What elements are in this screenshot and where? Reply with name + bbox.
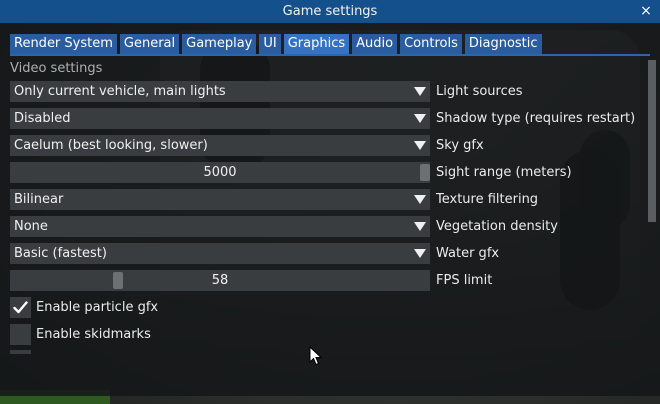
checkbox-label: Enable particle gfx bbox=[36, 300, 159, 315]
mouse-pointer-icon bbox=[309, 345, 323, 370]
setting-row-shadow-type: Disabled Shadow type (requires restart) bbox=[10, 108, 635, 129]
particle-gfx-checkbox[interactable] bbox=[10, 297, 31, 318]
graphics-settings-panel: Video settings Only current vehicle, mai… bbox=[0, 56, 648, 354]
tab-audio[interactable]: Audio bbox=[352, 34, 398, 54]
tab-controls[interactable]: Controls bbox=[400, 34, 462, 54]
setting-label: Shadow type (requires restart) bbox=[436, 111, 636, 126]
game-settings-window: Game settings × Render System General Ga… bbox=[0, 0, 660, 396]
dropdown-arrow-icon bbox=[414, 249, 426, 258]
vertical-scrollbar[interactable] bbox=[648, 60, 656, 222]
dropdown-value: Bilinear bbox=[14, 192, 64, 207]
slider-handle[interactable] bbox=[420, 164, 430, 181]
sight-range-slider[interactable]: 5000 bbox=[10, 162, 430, 183]
shadow-type-dropdown[interactable]: Disabled bbox=[10, 108, 430, 129]
dropdown-value: Caelum (best looking, slower) bbox=[14, 138, 208, 153]
setting-row-water-gfx: Basic (fastest) Water gfx bbox=[10, 243, 630, 264]
setting-label: Texture filtering bbox=[436, 192, 539, 207]
setting-row-texture-filtering: Bilinear Texture filtering bbox=[10, 189, 630, 210]
close-icon[interactable]: × bbox=[638, 0, 654, 23]
dropdown-value: Only current vehicle, main lights bbox=[14, 84, 226, 99]
skidmarks-checkbox[interactable] bbox=[10, 324, 31, 345]
tab-render-system[interactable]: Render System bbox=[10, 34, 117, 54]
checkbox-label: Enable skidmarks bbox=[36, 327, 151, 342]
dropdown-arrow-icon bbox=[414, 141, 426, 150]
fps-limit-slider[interactable]: 58 bbox=[10, 270, 430, 291]
sky-gfx-dropdown[interactable]: Caelum (best looking, slower) bbox=[10, 135, 430, 156]
dropdown-arrow-icon bbox=[414, 195, 426, 204]
setting-row-sky-gfx: Caelum (best looking, slower) Sky gfx bbox=[10, 135, 630, 156]
dropdown-arrow-icon bbox=[414, 222, 426, 231]
setting-row-sight-range: 5000 Sight range (meters) bbox=[10, 162, 630, 183]
light-sources-dropdown[interactable]: Only current vehicle, main lights bbox=[10, 81, 430, 102]
slider-value: 5000 bbox=[203, 165, 237, 180]
setting-label: Sight range (meters) bbox=[436, 165, 572, 180]
settings-tabs: Render System General Gameplay UI Graphi… bbox=[10, 34, 542, 54]
checkmark-icon bbox=[13, 301, 28, 314]
setting-row-fps-limit: 58 FPS limit bbox=[10, 270, 630, 291]
setting-row-light-sources: Only current vehicle, main lights Light … bbox=[10, 81, 630, 102]
setting-label: Vegetation density bbox=[436, 219, 558, 234]
setting-label: Sky gfx bbox=[436, 138, 484, 153]
setting-label: Water gfx bbox=[436, 246, 500, 261]
texture-filtering-dropdown[interactable]: Bilinear bbox=[10, 189, 430, 210]
dropdown-value: Disabled bbox=[14, 111, 71, 126]
dropdown-arrow-icon bbox=[414, 114, 426, 123]
tab-general[interactable]: General bbox=[119, 34, 180, 54]
water-gfx-dropdown[interactable]: Basic (fastest) bbox=[10, 243, 430, 264]
tab-gameplay[interactable]: Gameplay bbox=[182, 34, 257, 54]
setting-row-vegetation-density: None Vegetation density bbox=[10, 216, 630, 237]
setting-label: Light sources bbox=[436, 84, 523, 99]
next-option-partial bbox=[10, 350, 31, 354]
slider-handle[interactable] bbox=[113, 272, 123, 289]
section-title: Video settings bbox=[10, 61, 103, 76]
tab-graphics[interactable]: Graphics bbox=[283, 34, 350, 54]
tab-diagnostic[interactable]: Diagnostic bbox=[464, 34, 542, 54]
setting-label: FPS limit bbox=[436, 273, 493, 288]
window-titlebar: Game settings × bbox=[0, 0, 660, 23]
vegetation-density-dropdown[interactable]: None bbox=[10, 216, 430, 237]
slider-value: 58 bbox=[211, 273, 229, 288]
dropdown-value: Basic (fastest) bbox=[14, 246, 107, 261]
window-title: Game settings bbox=[282, 4, 378, 19]
dropdown-arrow-icon bbox=[414, 87, 426, 96]
tab-ui[interactable]: UI bbox=[259, 34, 281, 54]
dropdown-value: None bbox=[14, 219, 48, 234]
